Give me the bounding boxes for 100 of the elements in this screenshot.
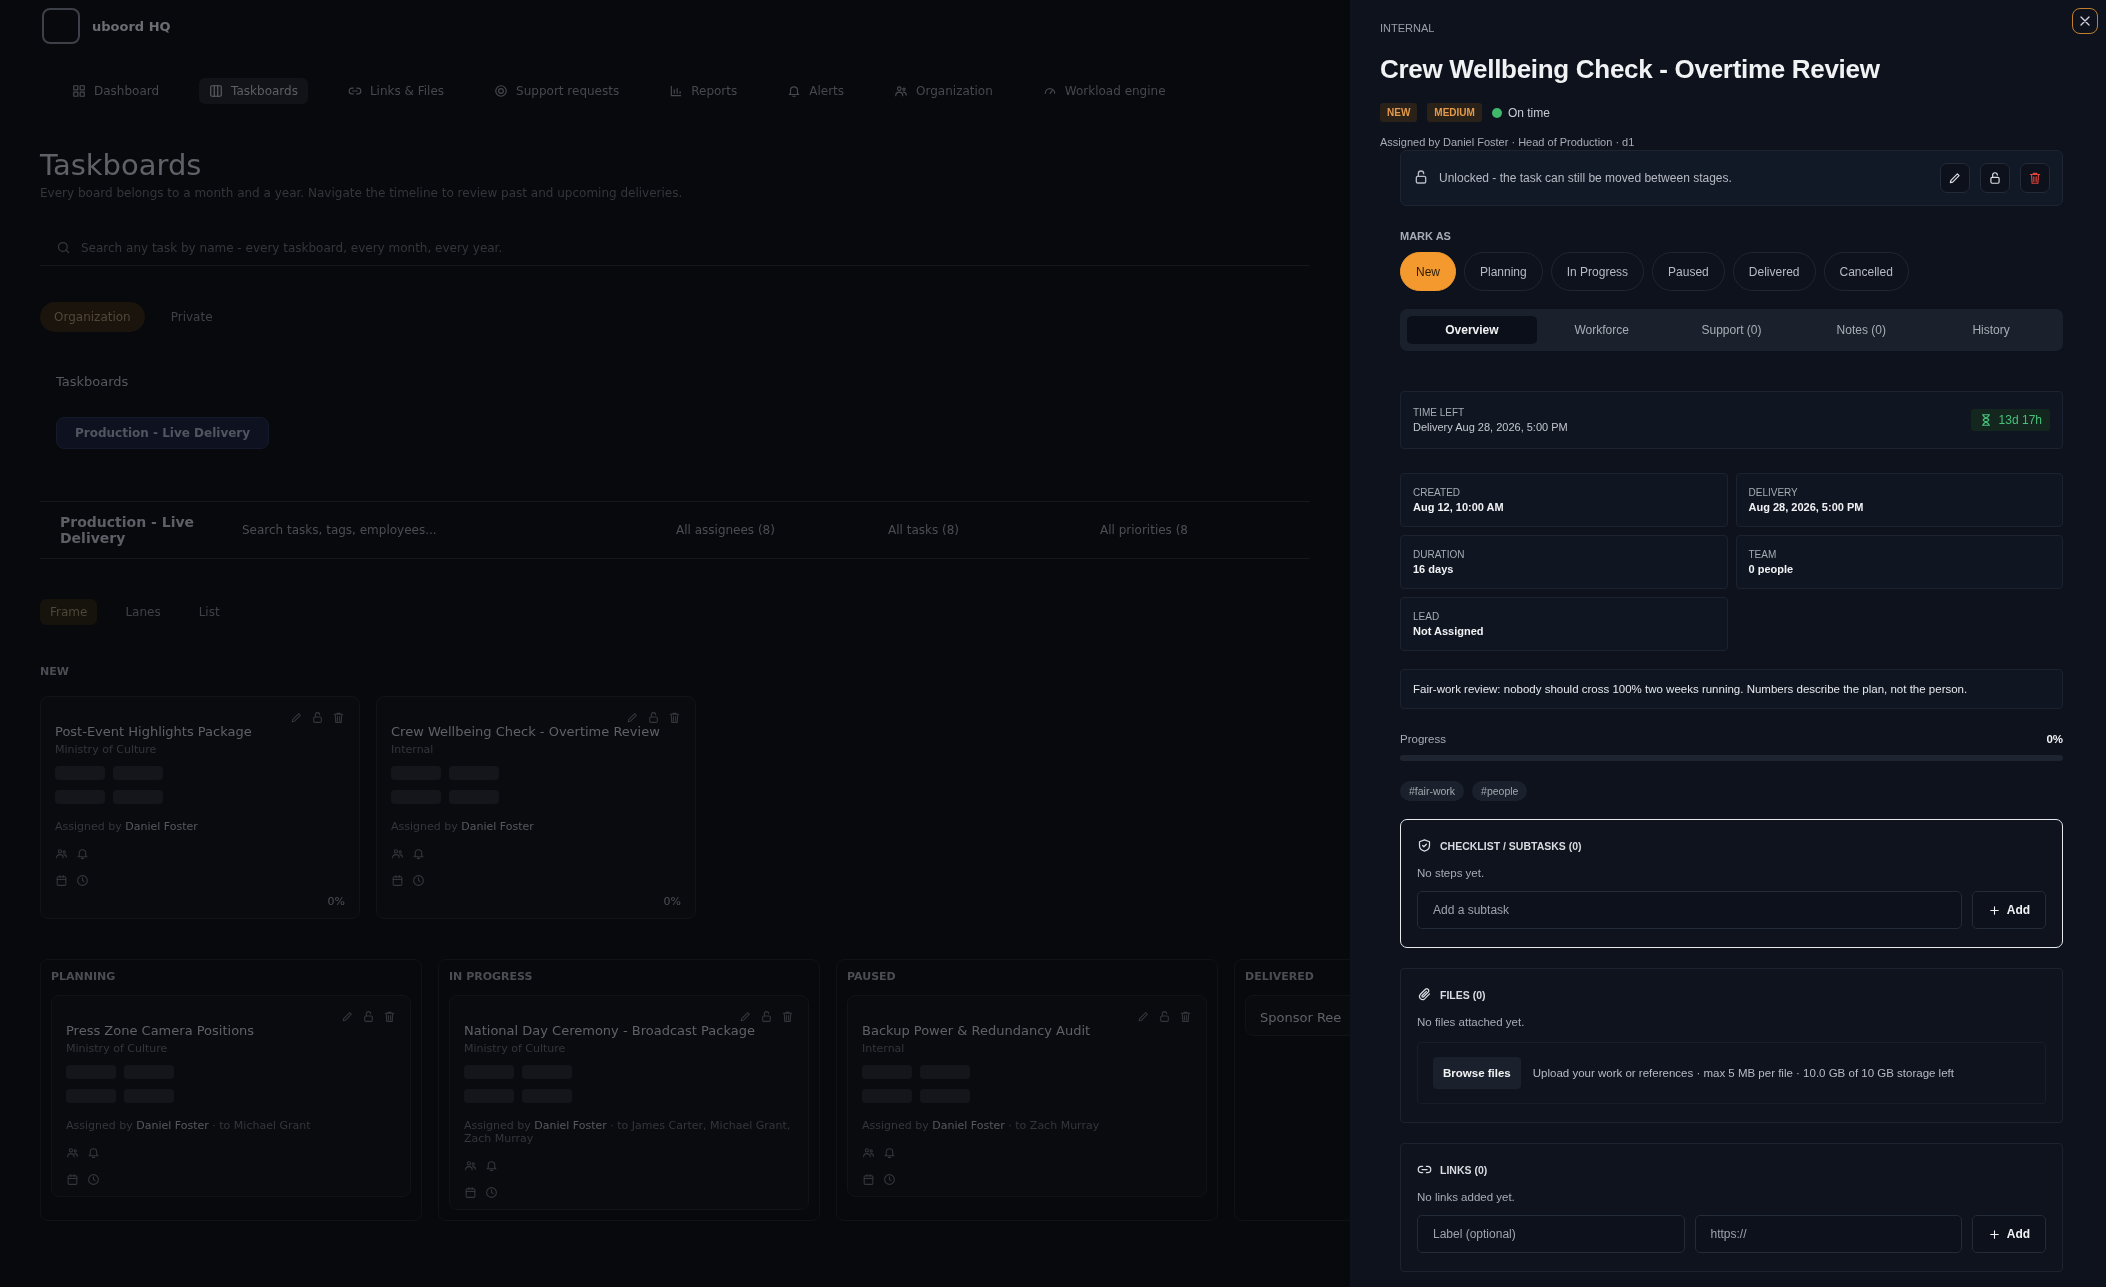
card-title: Post-Event Highlights Package [55,724,253,739]
fact-label: DELIVERY [1748,487,1799,498]
bell-icon [485,1159,498,1172]
board-chip[interactable]: Production - Live Delivery [56,417,270,449]
nav-item[interactable]: Organization [884,78,1003,104]
fact-label: LEAD [1413,611,1441,622]
card-title: Press Zone Camera Positions [66,1023,256,1038]
pencil-icon [341,1010,354,1023]
clock-icon [412,874,425,887]
stage-heading: NEW [40,665,70,678]
delete-button[interactable] [2020,163,2050,193]
stage-button[interactable]: New [1400,252,1456,291]
clock-icon [485,1186,498,1199]
browse-button[interactable]: Browse files [1433,1057,1521,1089]
brand-name: uboord HQ [92,18,171,34]
remaining-badge: 13d 17h [1970,409,2050,431]
tab[interactable]: History [1926,316,2056,344]
fact-value: 16 days [1413,563,1455,575]
people-icon [464,1159,477,1172]
nav-item[interactable]: Dashboard [62,78,170,104]
nav-item[interactable]: Taskboards [199,78,308,104]
progress-reading: 0% [2046,733,2063,745]
scope-tab[interactable]: Private [156,302,227,332]
assigned-by: Assigned by Daniel Foster · Head of Production · d1 [1380,136,1636,148]
close-button[interactable] [2072,8,2098,34]
padlock-icon [647,711,660,724]
subtask-field[interactable]: Add a subtask [1417,891,1962,929]
people-icon [55,847,68,860]
scope-tab[interactable]: Organization [40,302,145,332]
stage-button[interactable]: Delivered [1732,252,1816,291]
trash-icon [781,1010,794,1023]
tab[interactable]: Overview [1407,316,1537,344]
filter-dropdown[interactable]: All assignees (8) [676,523,866,537]
task-search-field[interactable]: Search tasks, tags, employees... [242,523,654,537]
grid-icon [72,84,86,98]
bell-icon [76,847,89,860]
link-label-field[interactable]: Label (optional) [1417,1215,1685,1253]
stage-button[interactable]: Paused [1652,252,1725,291]
add-button[interactable]: Add [1972,1215,2046,1253]
trash-icon [383,1010,396,1023]
upload-area[interactable]: Browse files Upload your work or references · max 5 MB per file · 10.0 GB of 10 GB storage left [1417,1042,2046,1104]
padlock-icon [1988,171,2002,185]
card-title: Sponsor Ree [1260,1010,1343,1025]
stage-heading: PLANNING [51,970,117,983]
section-heading: Taskboards [56,374,130,389]
ring-icon [494,84,509,98]
edit-button[interactable] [1940,163,1970,193]
card-title: Crew Wellbeing Check - Overtime Review [391,724,661,739]
stage-heading: IN PROGRESS [449,970,534,983]
view-tab[interactable]: List [188,599,230,625]
pencil-icon [739,1010,752,1023]
stage-button[interactable]: Planning [1464,252,1543,291]
fact-value: Aug 28, 2026, 5:00 PM [1748,501,1865,513]
tag[interactable]: #people [1472,781,1528,801]
fact-label: CREATED [1413,487,1462,498]
lock-button[interactable] [1980,163,2010,193]
url-field[interactable]: https:// [1694,1215,1962,1253]
tag[interactable]: #fair-work [1400,781,1465,801]
filter-dropdown[interactable]: All priorities (8 [1100,523,1290,537]
empty-text: No steps yet. [1417,867,1486,879]
logo-icon [42,8,80,44]
people-icon [862,1146,875,1159]
section-title: FILES (0) [1440,988,1486,1001]
view-tab[interactable]: Frame [40,599,98,625]
stage-heading: DELIVERED [1245,970,1315,983]
tab[interactable]: Support (0) [1666,316,1797,344]
calendar-icon [862,1173,875,1186]
people-icon [66,1146,79,1159]
stage-button[interactable]: Cancelled [1823,252,1909,291]
filter-dropdown[interactable]: All tasks (8) [888,523,1078,537]
pencil-icon [1948,171,1962,185]
stage-button[interactable]: In Progress [1550,252,1645,291]
fact-value: Not Assigned [1413,625,1485,637]
add-button[interactable]: Add [1972,891,2046,929]
plus-icon [1987,1227,2001,1241]
nav-item[interactable]: Links & Files [337,78,455,104]
padlock-icon [311,711,324,724]
progress-label: Progress [1400,733,1447,745]
card-title: Backup Power & Redundancy Audit [862,1023,1092,1038]
nav-item[interactable]: Support requests [484,78,630,104]
calendar-icon [66,1173,79,1186]
shield-icon [1417,838,1432,853]
nav-item[interactable]: Workload engine [1032,78,1176,104]
calendar-icon [391,874,404,887]
tab[interactable]: Workforce [1536,316,1667,344]
view-tab[interactable]: Lanes [115,599,171,625]
trash-icon [1179,1010,1192,1023]
tab[interactable]: Notes (0) [1796,316,1927,344]
bell-icon [412,847,425,860]
paperclip-icon [1417,987,1432,1002]
people-icon [894,84,909,98]
nav-item[interactable]: Reports [659,78,748,104]
fact-label: DURATION [1413,549,1466,560]
link-icon [347,84,362,98]
open-padlock-icon [1413,168,1429,185]
lock-text: Unlocked - the task can still be moved between stages. [1439,171,1733,185]
nav-item[interactable]: Alerts [777,78,855,104]
task-card[interactable]: Sponsor Ree [1245,995,1350,1036]
stage-heading: PAUSED [847,970,897,983]
pencil-icon [1137,1010,1150,1023]
